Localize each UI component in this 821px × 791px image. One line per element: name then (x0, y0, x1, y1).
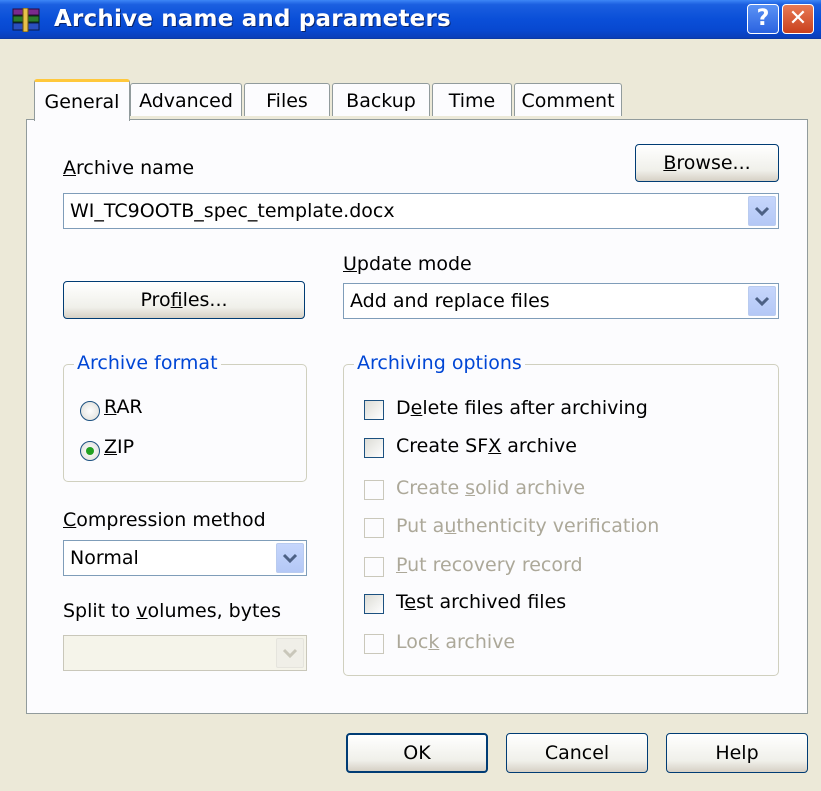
tab-advanced[interactable]: Advanced (130, 83, 242, 116)
archive-dialog: Archive name and parameters ? ✕ General … (0, 0, 821, 791)
zip-label[interactable]: ZIP (104, 436, 134, 458)
compression-method-label: Compression method (63, 509, 266, 531)
checkbox-lock-archive (364, 634, 384, 654)
browse-button[interactable]: Browse... (635, 144, 779, 182)
checkbox-recovery-record (364, 557, 384, 577)
radio-selected-dot (86, 447, 94, 455)
compression-method-select[interactable]: Normal (63, 540, 307, 576)
lock-archive-label: Lock archive (396, 631, 516, 653)
title-bar[interactable]: Archive name and parameters ? ✕ (0, 0, 821, 39)
recovery-record-label: Put recovery record (396, 554, 583, 576)
close-button[interactable]: ✕ (782, 4, 814, 34)
tab-comment[interactable]: Comment (514, 83, 622, 116)
radio-rar[interactable] (80, 401, 100, 421)
profiles-button[interactable]: Profiles... (63, 281, 305, 319)
chevron-down-icon[interactable] (748, 286, 776, 316)
tab-backup[interactable]: Backup (332, 83, 430, 116)
checkbox-delete-files[interactable] (364, 400, 384, 420)
test-archived-label[interactable]: Test archived files (396, 591, 566, 613)
rar-label[interactable]: RAR (104, 396, 143, 418)
update-mode-value: Add and replace files (350, 290, 550, 312)
tab-general[interactable]: General (34, 79, 130, 121)
update-mode-label: Update mode (343, 253, 472, 275)
archiving-options-group: Archiving options Delete files after arc… (343, 352, 779, 676)
delete-files-label[interactable]: Delete files after archiving (396, 397, 648, 419)
chevron-down-icon[interactable] (748, 196, 776, 226)
window-title: Archive name and parameters (54, 6, 451, 32)
create-sfx-label[interactable]: Create SFX archive (396, 435, 577, 457)
split-volumes-combo (63, 635, 307, 671)
checkbox-create-solid (364, 480, 384, 500)
compression-method-value: Normal (70, 547, 139, 569)
split-volumes-label: Split to volumes, bytes (63, 600, 282, 622)
archive-name-combo[interactable]: WI_TC9OOTB_spec_template.docx (63, 193, 779, 229)
chevron-down-icon (276, 638, 304, 668)
archiving-options-legend: Archiving options (354, 352, 525, 374)
radio-zip[interactable] (80, 441, 100, 461)
ok-button[interactable]: OK (346, 733, 488, 773)
general-tab-panel: Archive name Browse... WI_TC9OOTB_spec_t… (26, 119, 808, 714)
update-mode-select[interactable]: Add and replace files (343, 283, 779, 319)
authenticity-label: Put authenticity verification (396, 515, 660, 537)
help-button[interactable]: Help (666, 733, 808, 773)
checkbox-authenticity (364, 518, 384, 538)
cancel-button[interactable]: Cancel (506, 733, 648, 773)
help-title-button[interactable]: ? (747, 4, 779, 34)
archive-format-legend: Archive format (74, 352, 221, 374)
archive-name-value: WI_TC9OOTB_spec_template.docx (70, 200, 395, 222)
create-solid-label: Create solid archive (396, 477, 586, 499)
tab-files[interactable]: Files (244, 83, 330, 116)
winrar-books-icon (12, 8, 40, 32)
checkbox-create-sfx[interactable] (364, 438, 384, 458)
archive-name-label: Archive name (63, 157, 195, 179)
checkbox-test-archived[interactable] (364, 594, 384, 614)
chevron-down-icon[interactable] (276, 543, 304, 573)
tab-time[interactable]: Time (432, 83, 512, 116)
archive-format-group: Archive format RAR ZIP (63, 352, 307, 482)
